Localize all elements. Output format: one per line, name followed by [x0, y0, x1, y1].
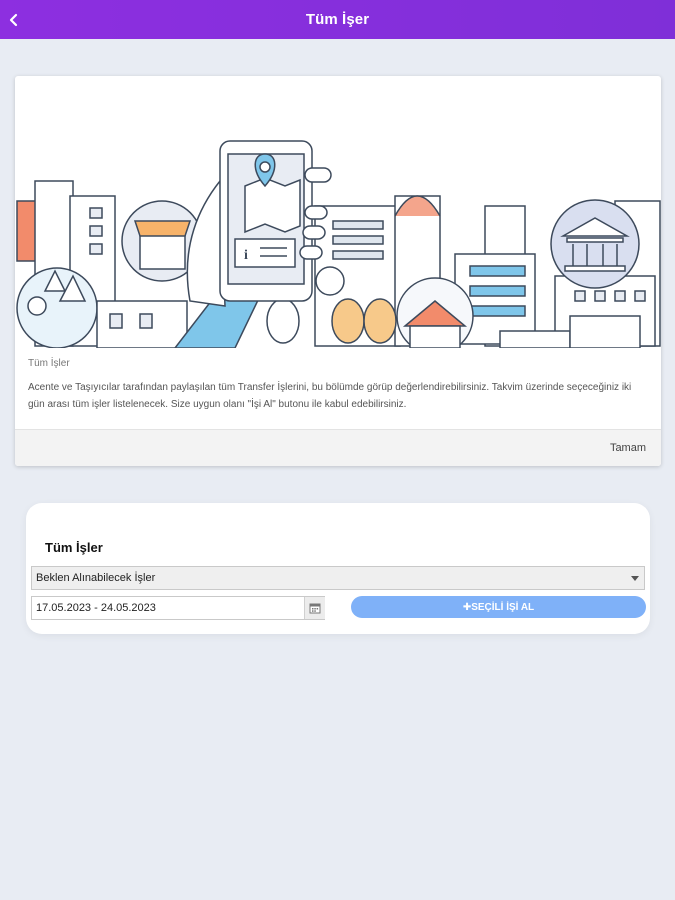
job-status-select[interactable]: Beklen Alınabilecek İşler [31, 566, 645, 590]
ok-button[interactable]: Tamam [610, 442, 646, 454]
calendar-button[interactable] [304, 597, 325, 619]
select-value: Beklen Alınabilecek İşler [36, 572, 156, 584]
chevron-left-icon [9, 13, 18, 26]
back-button[interactable] [0, 0, 28, 39]
date-range-input[interactable] [31, 596, 325, 620]
card-description: Acente ve Taşıyıcılar tarafından paylaşı… [28, 382, 632, 410]
card-footer: Tamam [15, 429, 661, 466]
page-title: Tüm İşer [305, 11, 370, 28]
filter-panel: Tüm İşler Beklen Alınabilecek İşler ✚SEÇ… [26, 503, 650, 634]
card-subtitle: Tüm İşler [28, 358, 70, 369]
city-illustration: i [16, 140, 661, 348]
take-selected-job-button[interactable]: ✚SEÇİLİ İŞİ AL [351, 596, 646, 618]
calendar-icon [309, 603, 321, 614]
panel-title: Tüm İşler [45, 540, 103, 555]
info-card: i Tüm İşler Acente ve Taşıyıcılar tarafı… [15, 76, 661, 466]
caret-down-icon [631, 576, 639, 581]
app-header: Tüm İşer [0, 0, 675, 39]
svg-text:i: i [244, 248, 248, 263]
